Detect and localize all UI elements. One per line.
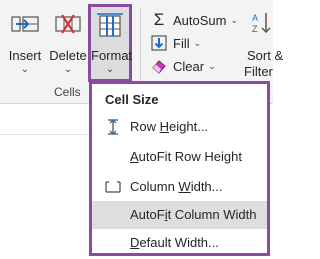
chevron-down-icon: ⌄ xyxy=(193,37,202,48)
menu-item-default-width[interactable]: Default Width... xyxy=(92,229,267,257)
delete-button[interactable]: Delete ⌄ xyxy=(48,4,88,80)
clear-label: Clear xyxy=(173,58,205,74)
sort-label-line2: Filter xyxy=(244,64,273,79)
autosum-button[interactable]: Σ AutoSum ⌄ xyxy=(150,10,238,30)
sort-filter-button[interactable]: A Z Sort & Filter xyxy=(244,4,284,80)
cells-group-label: Cells xyxy=(54,85,81,99)
insert-label: Insert xyxy=(8,48,42,63)
sort-filter-icon: A Z xyxy=(252,13,271,34)
menu-item-autofit-column-width[interactable]: AutoFit Column Width xyxy=(92,201,267,229)
delete-label: Delete xyxy=(49,48,87,63)
fill-label: Fill xyxy=(173,35,190,51)
menu-item-label: Column Width... xyxy=(130,179,223,194)
menu-item-label: AutoFit Row Height xyxy=(130,149,242,164)
clear-button[interactable]: Clear ⌄ xyxy=(150,56,216,76)
format-dropdown-menu: Cell Size Row Height... AutoFit Row Heig… xyxy=(89,81,270,256)
sigma-icon: Σ xyxy=(153,10,165,29)
format-cells-icon xyxy=(97,13,123,37)
eraser-icon xyxy=(150,58,168,74)
autosum-label: AutoSum xyxy=(173,12,227,28)
insert-button[interactable]: Insert ⌄ xyxy=(4,4,46,80)
insert-cells-icon xyxy=(11,16,39,32)
menu-section-header: Cell Size xyxy=(105,92,159,107)
fill-button[interactable]: Fill ⌄ xyxy=(150,33,201,53)
column-width-icon xyxy=(105,181,121,193)
menu-item-label: AutoFit Column Width xyxy=(130,207,257,222)
chevron-down-icon: ⌄ xyxy=(105,64,115,75)
svg-text:Z: Z xyxy=(252,24,258,34)
menu-item-row-height[interactable]: Row Height... xyxy=(92,113,267,141)
delete-cells-icon xyxy=(55,14,81,34)
format-button[interactable]: Format ⌄ xyxy=(88,4,132,82)
chevron-down-icon: ⌄ xyxy=(63,64,73,75)
row-height-icon xyxy=(108,119,118,135)
menu-item-label: Default Width... xyxy=(130,235,219,250)
chevron-down-icon: ⌄ xyxy=(230,14,239,25)
format-label: Format xyxy=(91,48,133,63)
sort-label-line1: Sort & xyxy=(247,48,284,63)
svg-text:A: A xyxy=(252,13,258,23)
menu-item-autofit-row-height[interactable]: AutoFit Row Height xyxy=(92,143,267,171)
chevron-down-icon: ⌄ xyxy=(208,60,216,71)
fill-down-icon xyxy=(150,35,168,51)
menu-item-column-width[interactable]: Column Width... xyxy=(92,173,267,201)
menu-item-label: Row Height... xyxy=(130,119,209,134)
chevron-down-icon: ⌄ xyxy=(20,64,30,75)
worksheet-gridline xyxy=(0,134,90,135)
